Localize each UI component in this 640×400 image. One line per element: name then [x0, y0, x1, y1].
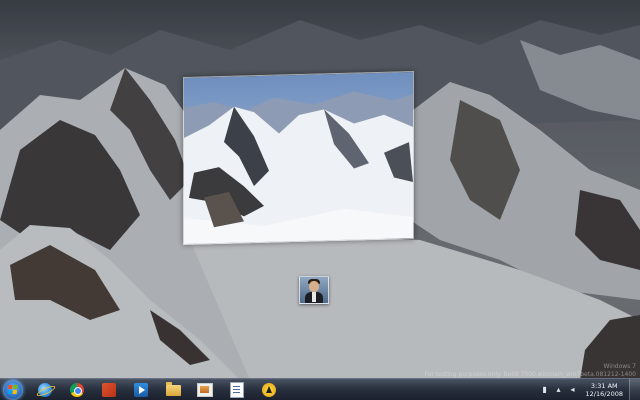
desktop-photo-icon[interactable] [299, 276, 329, 304]
taskbar-windows-explorer[interactable] [162, 380, 184, 400]
taskbar-office[interactable] [98, 380, 120, 400]
taskbar-security[interactable] [258, 380, 280, 400]
photo-face [309, 281, 319, 292]
desktop[interactable]: Windows 7 For testing purposes only. Bui… [0, 0, 640, 400]
taskbar-media-player[interactable] [130, 380, 152, 400]
windows-logo-icon [7, 385, 19, 395]
clock-date: 12/16/2008 [585, 390, 623, 398]
taskbar-internet-explorer[interactable] [34, 380, 56, 400]
document-icon [230, 382, 244, 398]
folder-icon [165, 381, 181, 396]
show-desktop-button[interactable] [629, 379, 640, 400]
pictures-icon [197, 383, 213, 397]
taskbar-document[interactable] [226, 380, 248, 400]
build-watermark: Windows 7 For testing purposes only. Bui… [424, 363, 636, 379]
watermark-line-1: Windows 7 [603, 363, 636, 370]
shield-icon [262, 383, 276, 397]
slideshow-gadget[interactable] [183, 70, 414, 246]
taskbar-pictures[interactable] [194, 380, 216, 400]
ie-icon [38, 383, 52, 397]
taskbar: ▮ ▴ ◂ 3:31 AM 12/16/2008 [0, 378, 640, 400]
signal-icon[interactable]: ▴ [555, 385, 563, 395]
network-icon[interactable]: ▮ [541, 385, 549, 395]
photo-shirt [312, 292, 316, 302]
notification-area: ▮ ▴ ◂ 3:31 AM 12/16/2008 [538, 379, 629, 400]
taskbar-google-chrome[interactable] [66, 380, 88, 400]
system-clock[interactable]: 3:31 AM 12/16/2008 [586, 382, 623, 398]
slideshow-photo [184, 72, 413, 244]
office-icon [102, 383, 116, 397]
chrome-icon [70, 383, 84, 397]
start-button[interactable] [3, 380, 23, 400]
volume-icon[interactable]: ◂ [569, 385, 577, 395]
clock-time: 3:31 AM [590, 382, 618, 390]
media-player-icon [134, 383, 148, 397]
